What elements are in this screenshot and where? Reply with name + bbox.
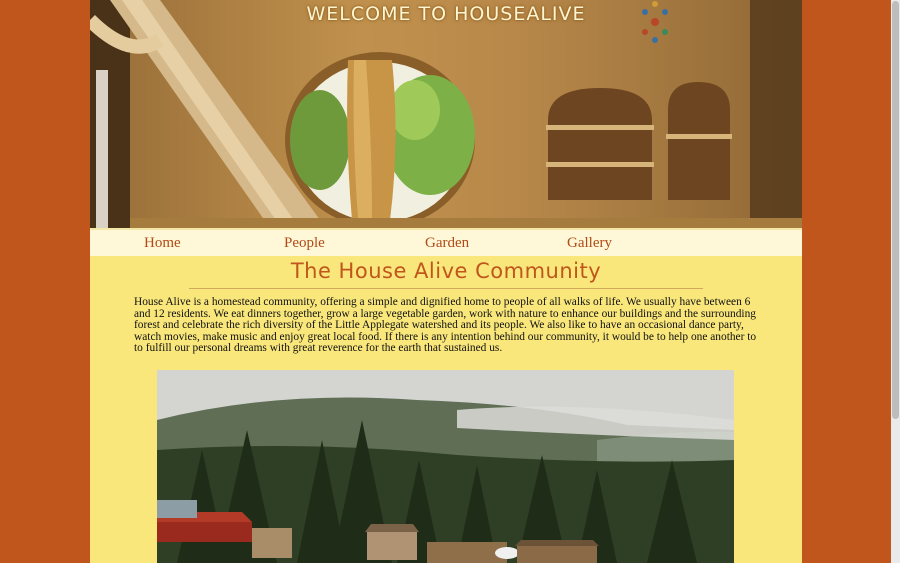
cob-house-interior-illustration <box>90 0 802 228</box>
nav-gallery-link[interactable]: Gallery <box>567 235 612 252</box>
nav-garden-link[interactable]: Garden <box>425 235 469 252</box>
scrollbar-thumb[interactable] <box>892 1 899 419</box>
heading-divider <box>189 288 703 289</box>
community-landscape-photo <box>157 370 734 563</box>
vertical-scrollbar[interactable] <box>891 0 900 563</box>
nav-home-link[interactable]: Home <box>144 235 181 252</box>
banner-title: WELCOME TO HOUSEALIVE <box>306 3 586 25</box>
header-banner-image: WELCOME TO HOUSEALIVE <box>90 0 802 228</box>
page-container: WELCOME TO HOUSEALIVE Home People Garden… <box>90 0 802 563</box>
forest-homestead-illustration <box>157 370 734 563</box>
intro-paragraph: House Alive is a homestead community, of… <box>134 296 757 355</box>
main-navigation: Home People Garden Gallery <box>90 228 802 256</box>
nav-people-link[interactable]: People <box>284 235 325 252</box>
page-heading: The House Alive Community <box>290 259 602 283</box>
